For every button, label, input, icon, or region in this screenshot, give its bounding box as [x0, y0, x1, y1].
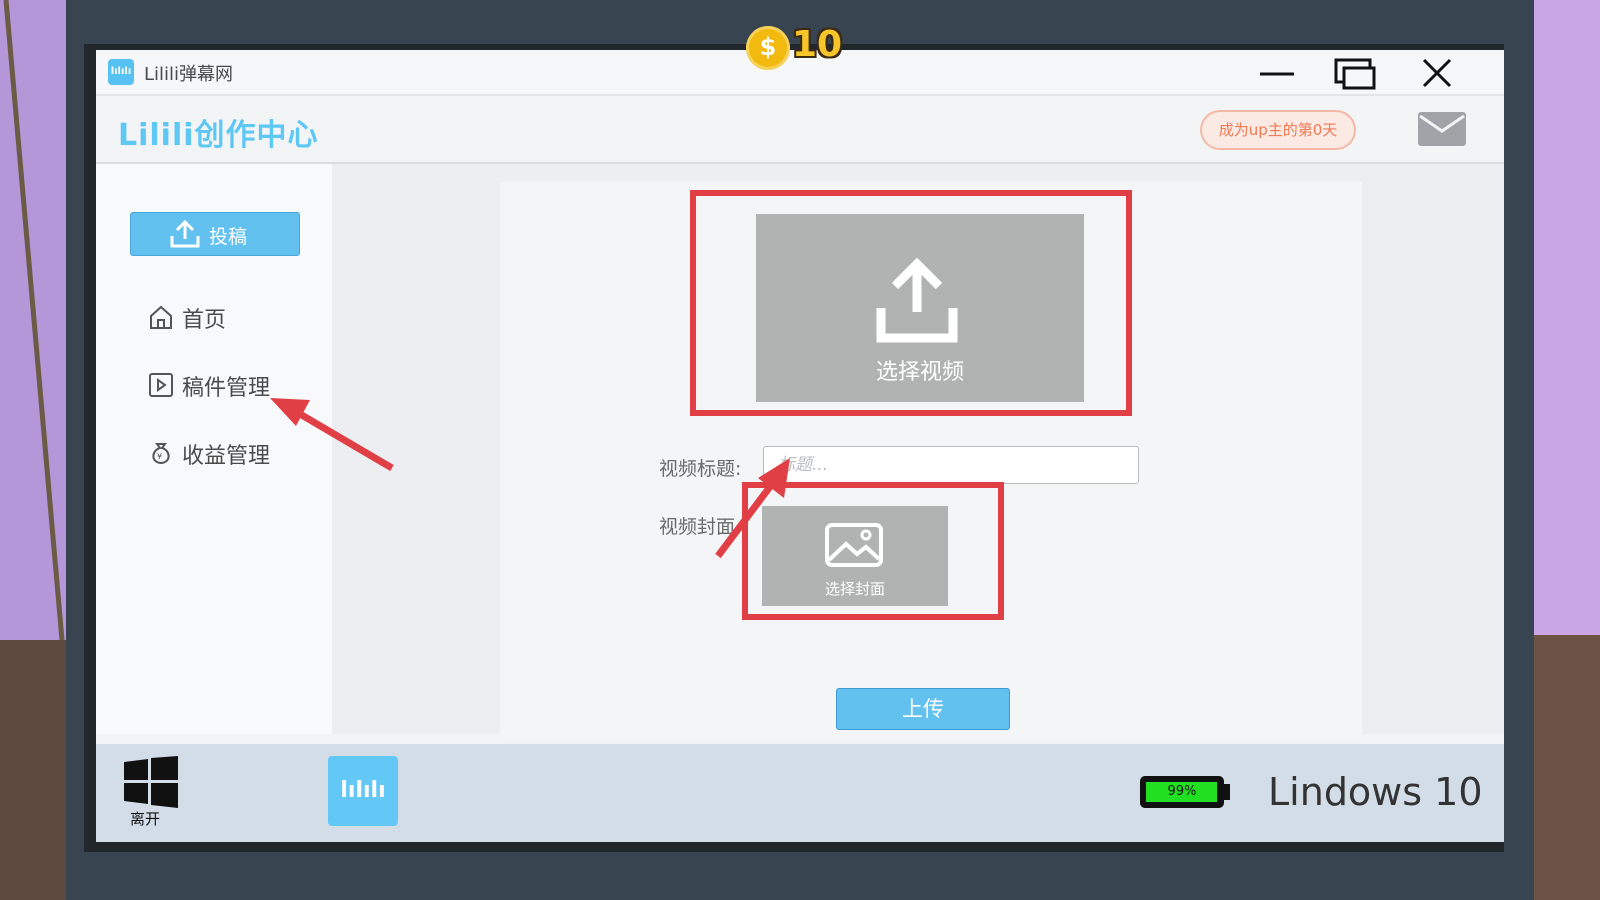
restore-button[interactable]: [1326, 54, 1386, 92]
background-floor-left: [0, 640, 68, 900]
os-name: Lindows 10: [1268, 770, 1483, 814]
money-bag-icon: ¥: [152, 443, 170, 465]
window-title: Lilili弹幕网: [144, 64, 234, 85]
screen: lılılı Lilili弹幕网 Lilili创作中心 成为up主的第0天 投稿…: [96, 50, 1504, 842]
app-header: Lilili创作中心 成为up主的第0天: [96, 96, 1504, 164]
battery-indicator: 99%: [1140, 776, 1224, 808]
upload-submit-button[interactable]: 上传: [836, 688, 1010, 730]
video-title-label: 视频标题:: [659, 458, 742, 480]
highlight-box-cover: [742, 482, 1004, 620]
mail-icon: [1419, 114, 1465, 133]
background-floor-right: [1534, 635, 1600, 900]
coin-count: 10: [792, 24, 843, 65]
minimize-icon: [1260, 72, 1294, 76]
minimize-button[interactable]: [1248, 54, 1308, 92]
coin-icon: $: [746, 26, 790, 70]
sidebar-item-label: 稿件管理: [182, 376, 271, 401]
sidebar: 投稿 首页 稿件管理 ¥ 收益管理: [96, 164, 332, 734]
battery-text: 99%: [1167, 784, 1197, 799]
post-button-label: 投稿: [209, 226, 248, 248]
video-manage-icon: [149, 373, 173, 397]
taskbar: 离开 lılılı 99% Lindows 10: [96, 744, 1504, 842]
battery-nub: [1224, 784, 1230, 800]
mail-button[interactable]: [1418, 112, 1466, 146]
sidebar-item-label: 收益管理: [182, 444, 271, 469]
upload-icon: [170, 219, 200, 248]
video-cover-label: 视频封面: [659, 516, 736, 538]
leave-label: 离开: [130, 810, 161, 828]
sidebar-item-label: 首页: [182, 308, 227, 333]
windows-logo-icon: [124, 756, 178, 808]
start-button[interactable]: [124, 756, 178, 808]
close-button[interactable]: [1406, 54, 1466, 92]
close-icon: [1422, 58, 1452, 88]
post-button[interactable]: 投稿: [130, 212, 300, 256]
brand-title: Lilili创作中心: [118, 118, 319, 153]
home-icon: [150, 305, 172, 329]
up-days-badge[interactable]: 成为up主的第0天: [1200, 110, 1356, 150]
taskbar-app-lilili[interactable]: lılılı: [328, 756, 398, 826]
video-title-input[interactable]: [763, 446, 1139, 484]
rope-decoration: [3, 0, 65, 641]
highlight-box-video: [690, 190, 1132, 416]
svg-text:¥: ¥: [157, 452, 162, 461]
restore-icon: [1334, 58, 1376, 90]
app-logo-icon: lılılı: [108, 59, 134, 85]
